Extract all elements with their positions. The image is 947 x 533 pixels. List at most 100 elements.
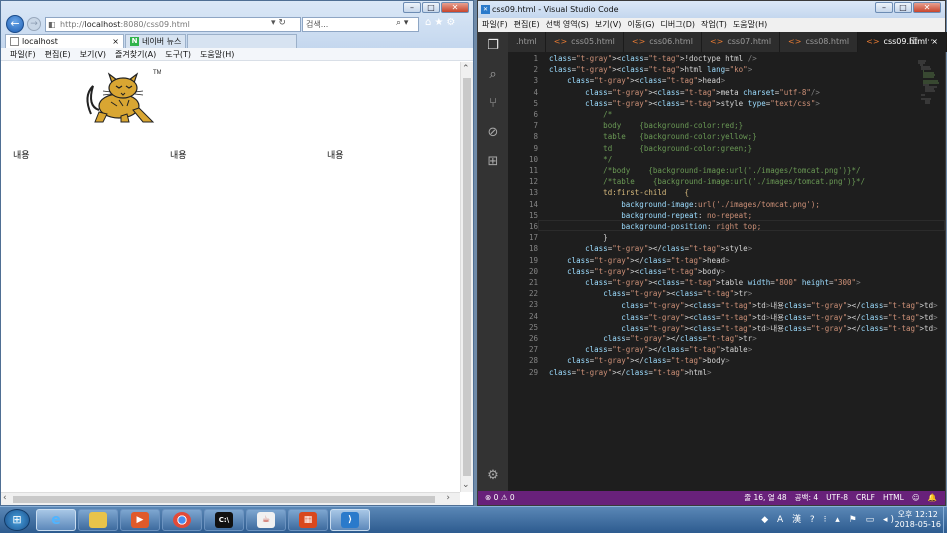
code-line[interactable]: class="t-gray"></class="t-tag">body>	[549, 356, 730, 365]
maximize-button[interactable]: □	[422, 2, 440, 13]
taskbar-java[interactable]: ☕	[246, 509, 286, 531]
menu-selection[interactable]: 선택 영역(S)	[546, 18, 589, 32]
vscode-minimize-button[interactable]: –	[875, 2, 893, 13]
debug-icon[interactable]: ⊘	[485, 125, 501, 141]
search-icon[interactable]: ⌕ ▾	[396, 18, 408, 28]
menu-tools[interactable]: 도구(T)	[165, 48, 191, 60]
tab-css06[interactable]: <> css06.html	[623, 32, 702, 52]
horizontal-scrollbar[interactable]: ‹ ›	[1, 492, 460, 505]
code-line[interactable]: class="t-gray"></class="t-tag">tr>	[549, 334, 757, 343]
scroll-right-icon[interactable]: ›	[446, 493, 450, 503]
address-bar[interactable]: http://localhost:8080/css09.html	[45, 17, 301, 32]
extensions-icon[interactable]: ⊞	[485, 154, 501, 170]
line-ending[interactable]: CRLF	[856, 491, 875, 505]
problems-indicator[interactable]: ⊗ 0 ⚠ 0	[485, 491, 515, 505]
explorer-icon[interactable]: ❐	[485, 38, 501, 54]
tab-html[interactable]: .html	[508, 32, 546, 52]
menu-view[interactable]: 보기(V)	[595, 18, 621, 32]
favorites-icon[interactable]: ★	[434, 17, 446, 28]
tab-naver-news[interactable]: N 네이버 뉴스	[125, 34, 187, 48]
vscode-close-button[interactable]: ✕	[913, 2, 941, 13]
split-editor-icon[interactable]: ◫	[909, 36, 924, 46]
menu-edit[interactable]: 편집(E)	[514, 18, 540, 32]
code-line[interactable]: body {background-color:red;}	[549, 121, 743, 130]
code-line[interactable]: */	[549, 155, 612, 164]
start-button[interactable]: ⊞	[4, 509, 30, 531]
address-tools[interactable]: ▾ ↻	[271, 18, 286, 28]
menu-help[interactable]: 도움말(H)	[200, 48, 234, 60]
taskbar-vscode[interactable]: ⟩	[330, 509, 370, 531]
code-line[interactable]: class="t-gray"><class="t-tag">style type…	[549, 99, 820, 108]
taskbar-explorer[interactable]	[78, 509, 118, 531]
menu-tasks[interactable]: 작업(T)	[701, 18, 727, 32]
indentation[interactable]: 공백: 4	[795, 491, 818, 505]
clock[interactable]: 오후 12:12 2018-05-16	[895, 510, 942, 530]
code-line[interactable]: class="t-gray"><class="t-tag">html lang=…	[549, 65, 752, 74]
code-line[interactable]: td {background-color:green;}	[549, 144, 752, 153]
scroll-thumb[interactable]	[463, 78, 471, 476]
minimap[interactable]	[918, 60, 940, 104]
more-icon[interactable]: ⋯	[924, 36, 939, 46]
code-line[interactable]: class="t-gray"><class="t-tag">body>	[549, 267, 725, 276]
code-line[interactable]: /*body {background-image:url('./images/t…	[549, 166, 860, 175]
notifications-icon[interactable]: 🔔	[928, 491, 937, 505]
taskbar-ie[interactable]: e	[36, 509, 76, 531]
cursor-position[interactable]: 줄 16, 열 48	[744, 491, 786, 505]
code-line[interactable]: class="t-gray"></class="t-tag">head>	[549, 256, 730, 265]
tab-css07[interactable]: <> css07.html	[701, 32, 781, 52]
forward-button[interactable]: →	[27, 17, 41, 31]
gear-icon[interactable]: ⚙	[446, 17, 458, 28]
language-mode[interactable]: HTML	[883, 491, 904, 505]
menu-go[interactable]: 이동(G)	[627, 18, 654, 32]
code-editor[interactable]: 1 class="t-gray"><class="t-tag">!doctype …	[508, 52, 945, 491]
source-control-icon[interactable]: ⑂	[485, 96, 501, 112]
search-icon[interactable]: ⌕	[485, 67, 501, 83]
menu-favorites[interactable]: 즐겨찾기(A)	[115, 48, 156, 60]
home-icon[interactable]: ⌂	[425, 17, 434, 28]
scroll-left-icon[interactable]: ‹	[3, 493, 7, 503]
tab-localhost[interactable]: localhost ×	[5, 34, 124, 48]
code-line[interactable]: class="t-gray"><class="t-tag">table widt…	[549, 278, 860, 287]
taskbar-app[interactable]: ▦	[288, 509, 328, 531]
code-line[interactable]: class="t-gray"><class="t-tag">td>내용class…	[549, 323, 937, 334]
tab-css08[interactable]: <> css08.html	[780, 32, 859, 52]
code-line[interactable]: class="t-gray"></class="t-tag">table>	[549, 345, 752, 354]
code-line[interactable]: /*	[549, 110, 612, 119]
tab-css05[interactable]: <> css05.html	[545, 32, 624, 52]
menu-view[interactable]: 보기(V)	[80, 48, 106, 60]
taskbar-chrome[interactable]	[162, 509, 202, 531]
menu-edit[interactable]: 편집(E)	[45, 48, 71, 60]
code-line[interactable]: class="t-gray"></class="t-tag">html>	[549, 368, 712, 377]
scroll-up-icon[interactable]: ⌃	[462, 64, 470, 74]
code-line[interactable]: class="t-gray"><class="t-tag">td>내용class…	[549, 312, 937, 323]
menu-file[interactable]: 파일(F)	[10, 48, 36, 60]
code-line[interactable]: table {background-color:yellow;}	[549, 132, 757, 141]
code-line[interactable]: class="t-gray"><class="t-tag">head>	[549, 76, 725, 85]
vscode-maximize-button[interactable]: □	[894, 2, 912, 13]
code-line[interactable]: class="t-gray"><class="t-tag">tr>	[549, 289, 752, 298]
taskbar-cmd[interactable]: C:\	[204, 509, 244, 531]
hscroll-thumb[interactable]	[13, 496, 435, 503]
feedback-icon[interactable]: ☺	[912, 491, 920, 505]
tab-close-icon[interactable]: ×	[112, 36, 119, 48]
code-line[interactable]: class="t-gray"><class="t-tag">td>내용class…	[549, 300, 937, 311]
code-line[interactable]: class="t-gray"><class="t-tag">meta chars…	[549, 88, 820, 97]
gear-icon[interactable]: ⚙	[485, 468, 501, 484]
show-desktop-button[interactable]	[943, 507, 947, 533]
code-line[interactable]: class="t-gray"><class="t-tag">!doctype h…	[549, 54, 757, 63]
menu-debug[interactable]: 디버그(D)	[661, 18, 695, 32]
scroll-down-icon[interactable]: ⌄	[462, 480, 470, 490]
code-line[interactable]: class="t-gray"></class="t-tag">style>	[549, 244, 752, 253]
encoding[interactable]: UTF-8	[826, 491, 848, 505]
minimize-button[interactable]: –	[403, 2, 421, 13]
menu-file[interactable]: 파일(F)	[482, 18, 508, 32]
code-line[interactable]: background-position: right top;	[549, 222, 761, 231]
code-line[interactable]: background-image:url('./images/tomcat.pn…	[549, 200, 820, 209]
new-tab-button[interactable]	[187, 34, 298, 48]
code-line[interactable]: td:first-child {	[549, 188, 689, 197]
code-line[interactable]: /*table {background-image:url('./images/…	[549, 177, 865, 186]
back-button[interactable]: ←	[6, 15, 24, 33]
vertical-scrollbar[interactable]: ⌃ ⌄	[460, 62, 473, 492]
system-tray[interactable]: ◆ A 漢 ? ⁝ ▴ ⚑ ▭ ◂)	[761, 512, 897, 525]
code-line[interactable]: background-repeat: no-repeat;	[549, 211, 752, 220]
